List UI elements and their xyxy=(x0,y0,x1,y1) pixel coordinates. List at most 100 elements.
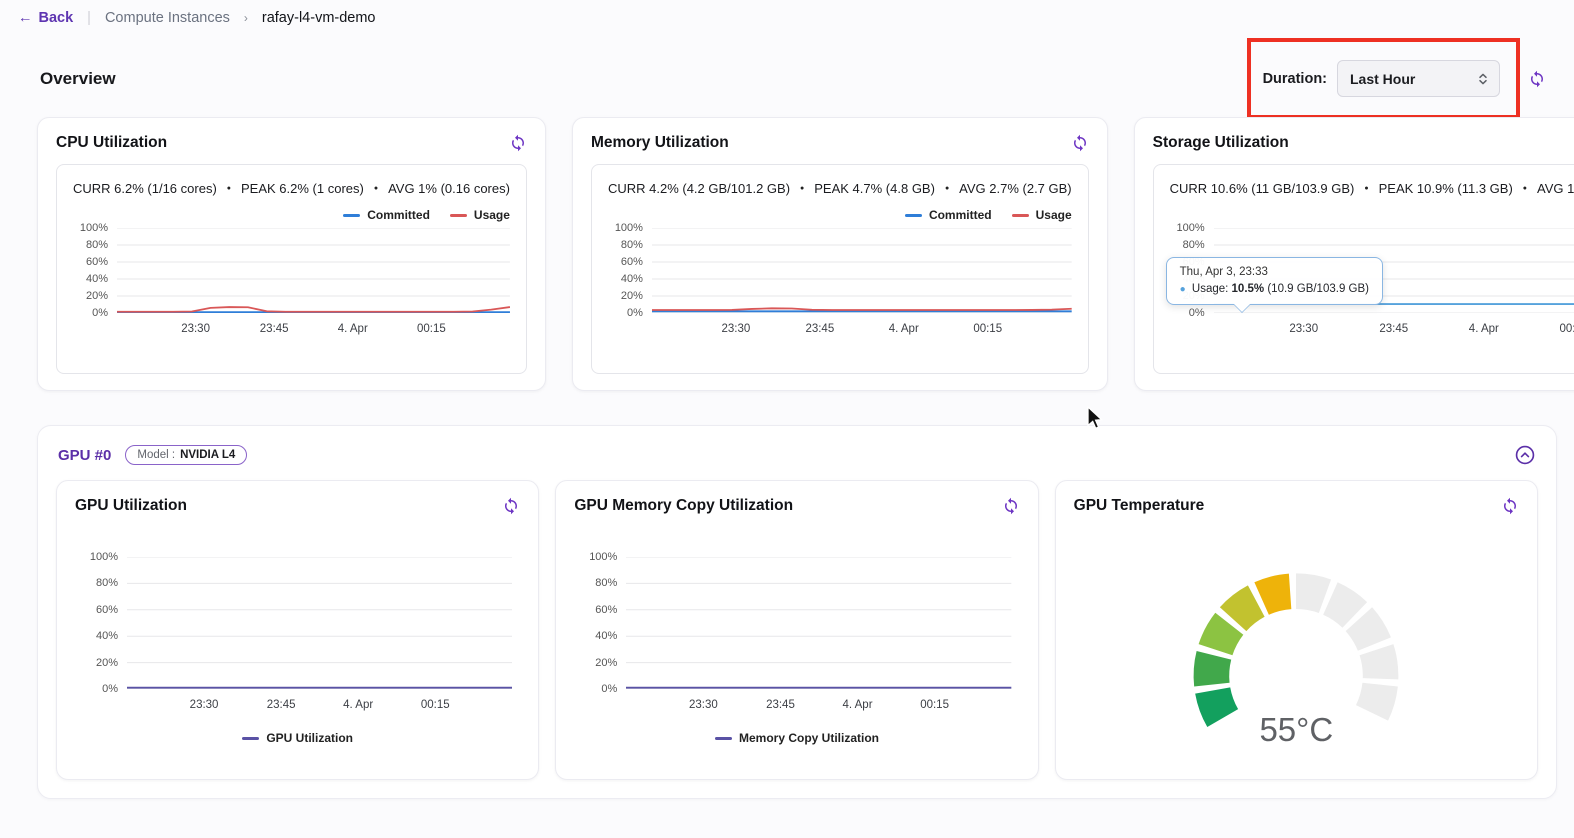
separator-dot: ● xyxy=(226,185,232,192)
duration-label: Duration: xyxy=(1262,70,1327,87)
duration-area: Duration: Last Hour xyxy=(1246,38,1546,119)
overview-cards-row: CPU Utilization CURR 6.2% (1/16 cores) ●… xyxy=(37,117,1574,391)
stat-peak: PEAK 4.7% (4.8 GB) xyxy=(814,181,935,196)
storage-legend: Usage xyxy=(1170,208,1574,222)
series-dot-icon: ● xyxy=(1179,284,1186,295)
y-axis-labels: 100%80%60%40%20%0% xyxy=(79,222,108,319)
card-title: GPU Memory Copy Utilization xyxy=(574,497,794,514)
tooltip-date: Thu, Apr 3, 23:33 xyxy=(1179,266,1268,278)
gpu-memcopy-refresh-button[interactable] xyxy=(1002,497,1020,515)
separator-dot: ● xyxy=(1364,185,1369,192)
card-title: GPU Utilization xyxy=(75,497,187,514)
gpu-cards-row: GPU Utilization 100% 80% 60% 40% 20% 0% 23:30… xyxy=(56,480,1538,780)
refresh-icon xyxy=(1528,70,1546,88)
cpu-legend: Committed Usage xyxy=(73,208,510,222)
tooltip-series-label: Usage: xyxy=(1191,283,1229,295)
refresh-icon xyxy=(509,134,527,152)
breadcrumb-item-compute-instances[interactable]: Compute Instances xyxy=(105,10,230,26)
refresh-icon xyxy=(1002,497,1020,515)
refresh-icon xyxy=(502,497,520,515)
gpu-section: GPU #0 Model : NVIDIA L4 GPU Utilization… xyxy=(37,425,1557,799)
gpu-section-header: GPU #0 Model : NVIDIA L4 xyxy=(58,444,1536,466)
refresh-icon xyxy=(1071,134,1089,152)
duration-group: Duration: Last Hour xyxy=(1246,38,1520,119)
gpu-temperature-card: GPU Temperature 55°C xyxy=(1054,480,1538,780)
storage-stats: CURR 10.6% (11 GB/103.9 GB) ● PEAK 10.9%… xyxy=(1170,181,1574,196)
stat-avg: AVG 2.7% (2.7 GB) xyxy=(959,181,1072,196)
tooltip-pointer-fill xyxy=(1232,302,1251,312)
x-axis-labels: 23:3023:454. Apr00:15 xyxy=(689,699,949,711)
gpu-util-plot-area[interactable] xyxy=(127,557,512,689)
tooltip-detail: (10.9 GB/103.9 GB) xyxy=(1267,283,1369,295)
stat-curr: CURR 10.6% (11 GB/103.9 GB) xyxy=(1169,181,1355,196)
chevron-up-circle-icon xyxy=(1514,444,1536,466)
gpu-section-title: GPU #0 xyxy=(58,446,112,464)
gpu-model-value: NVIDIA L4 xyxy=(180,449,236,461)
memory-legend: Committed Usage xyxy=(608,208,1072,222)
storage-utilization-card: Storage Utilization CURR 10.6% (11 GB/10… xyxy=(1133,117,1574,391)
select-updown-icon xyxy=(1477,72,1489,86)
cpu-utilization-card: CPU Utilization CURR 6.2% (1/16 cores) ●… xyxy=(37,117,546,391)
gpu-temp-refresh-button[interactable] xyxy=(1501,497,1519,515)
gpu-model-badge: Model : NVIDIA L4 xyxy=(125,445,248,465)
tooltip-value: 10.5% xyxy=(1231,283,1265,295)
gpu-temperature-gauge: 55°C xyxy=(1074,527,1519,763)
y-axis-labels: 100%80%60%40%20%0% xyxy=(589,551,618,695)
chart-tooltip: Thu, Apr 3, 23:33 ● Usage: 10.5% (10.9 G… xyxy=(1165,257,1383,313)
separator-dot: ● xyxy=(373,185,379,192)
gpu-util-legend: GPU Utilization xyxy=(75,731,520,745)
stat-avg: AVG 10.5% (10.9 GB) xyxy=(1537,181,1574,196)
card-title: CPU Utilization xyxy=(56,134,168,151)
gpu-memcopy-chart[interactable]: 100% 80% 60% 40% 20% 0% 23:30 23:45 4. Apr 00:15 xyxy=(574,551,1019,715)
memory-chart-panel: CURR 4.2% (4.2 GB/101.2 GB) ● PEAK 4.7% … xyxy=(590,164,1089,374)
memory-plot-area[interactable] xyxy=(652,228,1072,313)
card-title: GPU Temperature xyxy=(1073,497,1205,514)
memory-refresh-button[interactable] xyxy=(1071,134,1089,152)
memory-utilization-card: Memory Utilization CURR 4.2% (4.2 GB/101… xyxy=(571,117,1108,391)
back-arrow-icon: ← xyxy=(18,10,33,26)
gpu-memcopy-legend: Memory Copy Utilization xyxy=(574,731,1019,745)
stat-peak: PEAK 6.2% (1 cores) xyxy=(241,181,364,196)
breadcrumb-current: rafay-l4-vm-demo xyxy=(261,10,376,26)
gpu-util-chart[interactable]: 100% 80% 60% 40% 20% 0% 23:30 23:45 4. Apr 00:15 xyxy=(75,551,520,715)
memory-chart[interactable]: 100% 80% 60% 40% 20% 0% 23:30 23:45 4. Apr 00:15 xyxy=(608,222,1072,339)
cpu-refresh-button[interactable] xyxy=(509,134,527,152)
separator-dot: ● xyxy=(944,185,950,192)
separator-dot: ● xyxy=(1522,185,1528,192)
gpu-utilization-card: GPU Utilization 100% 80% 60% 40% 20% 0% 23:30… xyxy=(56,480,540,780)
stat-avg: AVG 1% (0.16 cores) xyxy=(388,181,510,196)
back-button[interactable]: ← Back xyxy=(18,10,73,26)
cpu-chart-panel: CURR 6.2% (1/16 cores) ● PEAK 6.2% (1 co… xyxy=(56,164,527,374)
duration-select[interactable]: Last Hour xyxy=(1337,60,1500,97)
y-axis-labels: 100%80%60%40%20%0% xyxy=(89,551,118,695)
gpu-memcopy-plot-area[interactable] xyxy=(626,557,1011,689)
gauge-value: 55°C xyxy=(1259,711,1334,748)
cpu-plot-area[interactable] xyxy=(117,228,510,313)
x-axis-labels: 23:3023:454. Apr00:15 xyxy=(181,323,446,335)
gpu-memory-copy-card: GPU Memory Copy Utilization 100% 80% 60% 40… xyxy=(555,480,1039,780)
gpu-model-label: Model : xyxy=(137,449,176,461)
refresh-icon xyxy=(1501,497,1519,515)
chevron-right-icon: › xyxy=(243,11,248,25)
cpu-chart[interactable]: 100% 80% 60% 40% 20% 0% 23:30 23:45 4. Apr 00:15 xyxy=(73,222,510,339)
header-row: Overview Duration: Last Hour xyxy=(40,38,1546,119)
breadcrumb-divider: | xyxy=(87,10,91,26)
separator-dot: ● xyxy=(800,185,805,192)
storage-chart-panel: CURR 10.6% (11 GB/103.9 GB) ● PEAK 10.9%… xyxy=(1152,164,1574,374)
duration-select-value: Last Hour xyxy=(1350,70,1416,87)
stat-curr: CURR 6.2% (1/16 cores) xyxy=(73,181,217,196)
memory-stats: CURR 4.2% (4.2 GB/101.2 GB) ● PEAK 4.7% … xyxy=(608,181,1072,196)
stat-peak: PEAK 10.9% (11.3 GB) xyxy=(1378,181,1513,196)
gpu-util-refresh-button[interactable] xyxy=(502,497,520,515)
cpu-stats: CURR 6.2% (1/16 cores) ● PEAK 6.2% (1 co… xyxy=(73,181,510,196)
tooltip-value-line: ● Usage: 10.5% (10.9 GB/103.9 GB) xyxy=(1180,283,1369,295)
x-axis-labels: 23:3023:454. Apr00:15 xyxy=(721,323,1003,335)
x-axis-labels: 23:3023:454. Apr00:15 xyxy=(1289,323,1574,335)
back-label: Back xyxy=(38,10,74,26)
page-title: Overview xyxy=(40,68,116,88)
card-title: Memory Utilization xyxy=(590,134,729,151)
stat-curr: CURR 4.2% (4.2 GB/101.2 GB) xyxy=(607,181,791,196)
refresh-all-button[interactable] xyxy=(1528,70,1546,88)
gpu-section-collapse-button[interactable] xyxy=(1514,444,1536,466)
y-axis-labels: 100%80%60%40%20%0% xyxy=(614,222,643,319)
